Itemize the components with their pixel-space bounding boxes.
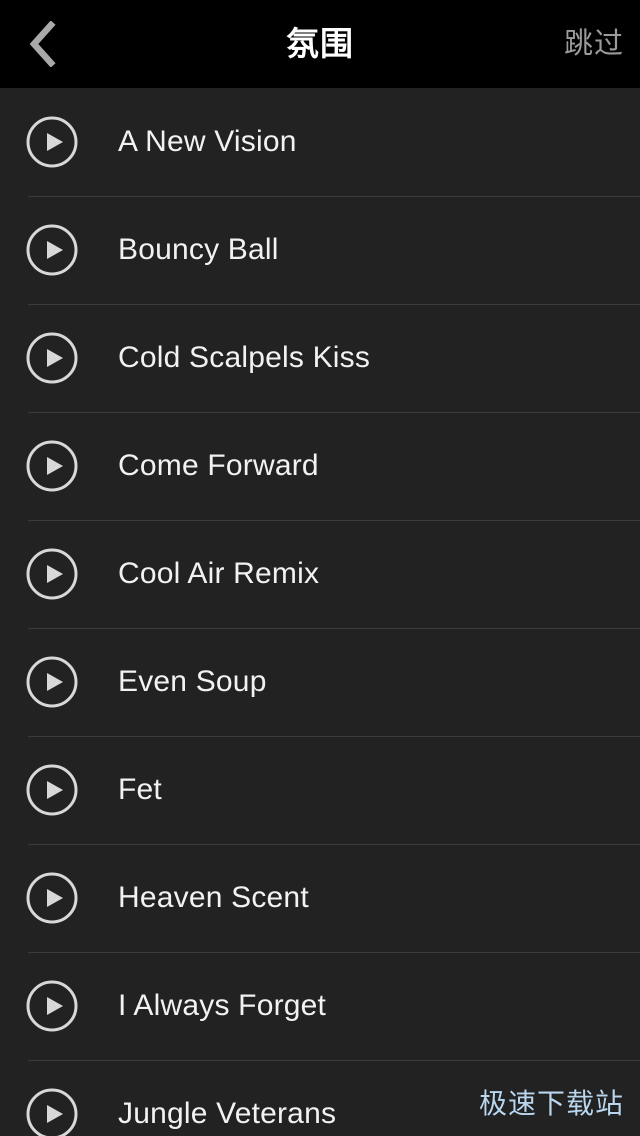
track-title: Cool Air Remix bbox=[118, 557, 320, 590]
skip-button[interactable]: 跳过 bbox=[540, 0, 640, 88]
track-title: Cold Scalpels Kiss bbox=[118, 341, 371, 374]
track-row[interactable]: Come Forward bbox=[0, 412, 640, 520]
track-title: I Always Forget bbox=[118, 989, 327, 1022]
play-circle-icon[interactable] bbox=[26, 224, 78, 276]
play-circle-icon[interactable] bbox=[26, 332, 78, 384]
play-circle-icon[interactable] bbox=[26, 116, 78, 168]
play-circle-icon[interactable] bbox=[26, 764, 78, 816]
play-circle-icon[interactable] bbox=[26, 440, 78, 492]
back-button[interactable] bbox=[0, 0, 86, 88]
track-title: A New Vision bbox=[118, 125, 297, 158]
track-row[interactable]: Cold Scalpels Kiss bbox=[0, 304, 640, 412]
play-circle-icon[interactable] bbox=[26, 1088, 78, 1136]
play-circle-icon[interactable] bbox=[26, 980, 78, 1032]
play-circle-icon[interactable] bbox=[26, 548, 78, 600]
track-row[interactable]: Bouncy Ball bbox=[0, 196, 640, 304]
track-row[interactable]: Heaven Scent bbox=[0, 844, 640, 952]
track-row[interactable]: A New Vision bbox=[0, 88, 640, 196]
app-root: 氛围 跳过 A New Vision Bouncy Ball Cold Scalpe… bbox=[0, 0, 640, 1136]
chevron-left-icon bbox=[29, 21, 56, 67]
play-circle-icon[interactable] bbox=[26, 656, 78, 708]
track-title: Bouncy Ball bbox=[118, 233, 279, 266]
track-title: Heaven Scent bbox=[118, 881, 309, 914]
track-title: Fet bbox=[118, 773, 162, 806]
track-title: Jungle Veterans bbox=[118, 1097, 337, 1130]
track-title: Even Soup bbox=[118, 665, 267, 698]
track-list[interactable]: A New Vision Bouncy Ball Cold Scalpels Kis… bbox=[0, 88, 640, 1136]
track-row[interactable]: Even Soup bbox=[0, 628, 640, 736]
track-row[interactable]: Jungle Veterans bbox=[0, 1060, 640, 1136]
track-title: Come Forward bbox=[118, 449, 319, 482]
track-row[interactable]: Fet bbox=[0, 736, 640, 844]
play-circle-icon[interactable] bbox=[26, 872, 78, 924]
track-row[interactable]: Cool Air Remix bbox=[0, 520, 640, 628]
track-row[interactable]: I Always Forget bbox=[0, 952, 640, 1060]
app-header: 氛围 跳过 bbox=[0, 0, 640, 88]
